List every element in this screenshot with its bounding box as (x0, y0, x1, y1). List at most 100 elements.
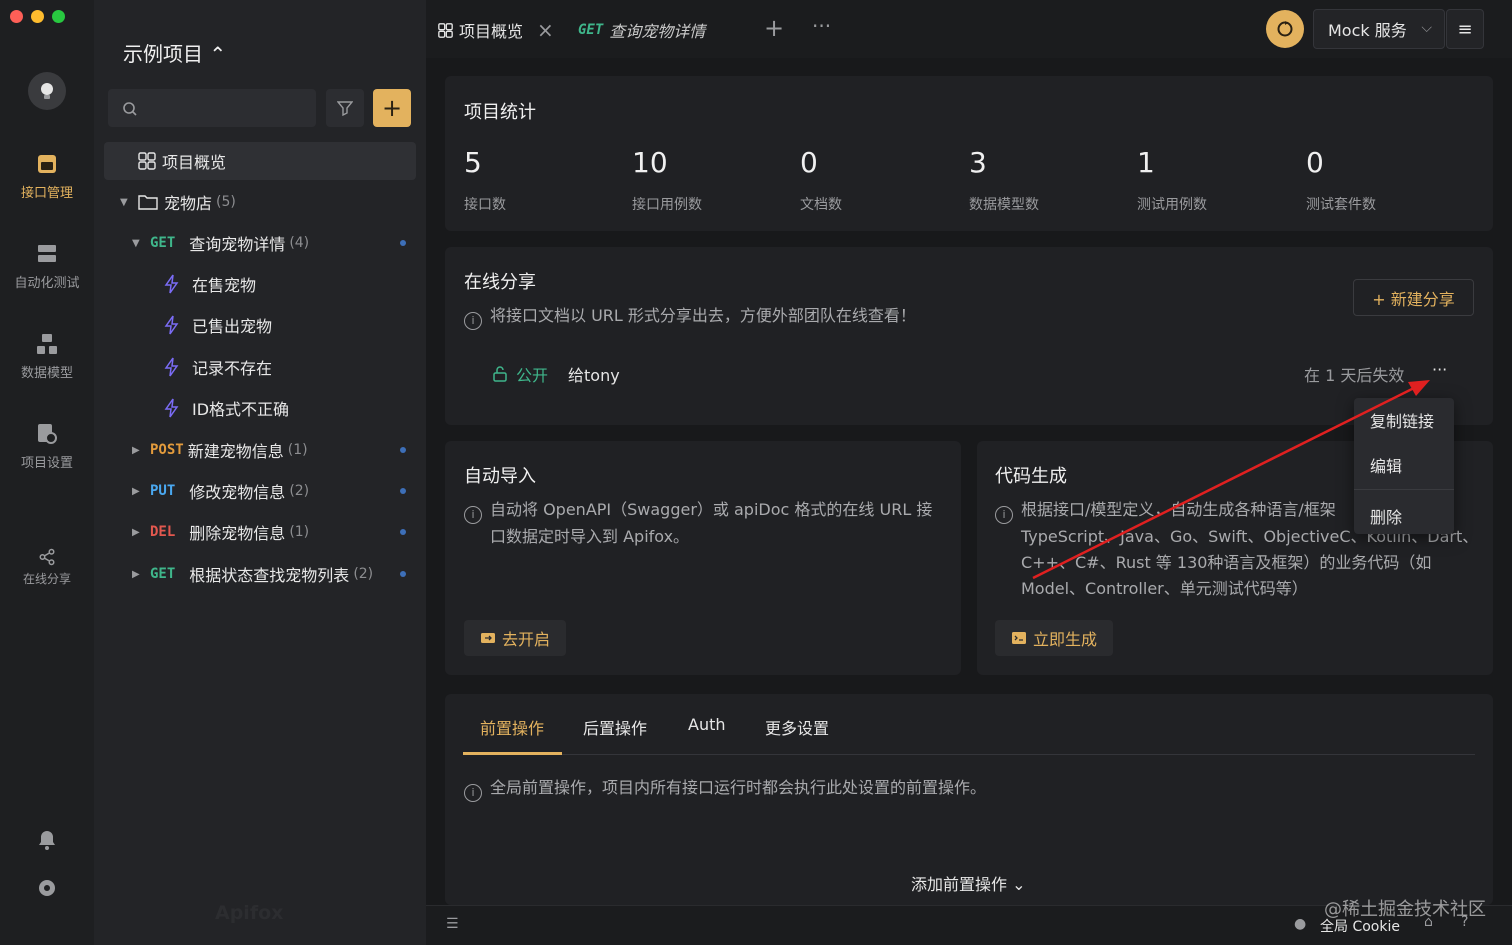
menu-item-edit[interactable]: 编辑 (1370, 453, 1402, 477)
rail-item-api-management[interactable]: 接口管理 (0, 152, 94, 201)
button-label: 去开启 (502, 630, 551, 649)
tab-pre-ops[interactable]: 前置操作 (480, 715, 544, 739)
tree-count: (2) (353, 566, 374, 582)
plus-icon: + (381, 94, 403, 122)
tree-label: 项目概览 (162, 153, 227, 172)
minimize-window-button[interactable] (31, 10, 44, 23)
search-input[interactable] (108, 89, 316, 127)
caret-down-icon[interactable]: ▼ (120, 197, 130, 208)
caret-right-icon[interactable]: ▶ (132, 569, 142, 580)
mock-service-select[interactable]: Mock 服务 ⌵ (1313, 9, 1445, 49)
status-dot (400, 529, 406, 535)
tree-item-case[interactable]: ID格式不正确 (104, 389, 416, 427)
rail-item-automation-test[interactable]: 自动化测试 (0, 242, 94, 291)
rail-item-data-model[interactable]: 数据模型 (0, 332, 94, 381)
stat-label: 接口数 (464, 197, 506, 213)
tree-count: (5) (216, 194, 236, 210)
sync-button[interactable] (1266, 10, 1304, 48)
button-label: 立即生成 (1033, 630, 1098, 649)
lightning-icon (164, 274, 179, 294)
active-tab-indicator (463, 752, 562, 755)
rail-label: 数据模型 (20, 366, 73, 381)
watermark: @稀土掘金技术社区 (1324, 899, 1486, 920)
close-icon[interactable]: × (537, 18, 554, 42)
share-desc: i 将接口文档以 URL 形式分享出去，方便外部团队在线查看！ (464, 303, 916, 330)
lightning-icon (164, 357, 179, 377)
tree-count: (4) (289, 235, 310, 251)
tab-label: 项目概览 (459, 22, 524, 41)
stat-label: 文档数 (800, 197, 842, 213)
tree-item-api[interactable]: ▼ GET 查询宠物详情 (4) (104, 224, 416, 262)
menu-divider (1354, 489, 1454, 490)
tab-overview[interactable]: 项目概览 × (438, 18, 554, 42)
generate-code-button[interactable]: 立即生成 (995, 620, 1114, 656)
tree-item-api[interactable]: ▶ DEL 删除宠物信息 (1) (104, 513, 416, 551)
tree-item-api[interactable]: ▶ GET 根据状态查找宠物列表 (2) (104, 555, 416, 593)
status-dot (400, 488, 406, 494)
tab-api-detail[interactable]: GET 查询宠物详情 (578, 18, 705, 42)
filter-button[interactable] (326, 89, 364, 127)
tab-label: 查询宠物详情 (609, 22, 706, 41)
tree-item-overview[interactable]: 项目概览 (104, 142, 416, 180)
new-tab-button[interactable]: + (764, 14, 784, 42)
rail-item-online-share[interactable]: 在线分享 (0, 548, 94, 587)
menu-button[interactable]: ≡ (1446, 9, 1484, 49)
more-tabs-button[interactable]: ··· (812, 14, 831, 38)
caret-right-icon[interactable]: ▶ (132, 527, 142, 538)
rail-label: 自动化测试 (14, 276, 80, 291)
visibility-label: 公开 (516, 366, 549, 385)
info-icon: i (464, 506, 482, 524)
import-title: 自动导入 (464, 466, 536, 487)
stat-label: 接口用例数 (632, 197, 702, 213)
share-icon (39, 548, 55, 566)
enable-import-button[interactable]: 去开启 (464, 620, 567, 656)
caret-down-icon[interactable]: ▼ (132, 238, 142, 249)
close-window-button[interactable] (10, 10, 23, 23)
info-icon: i (995, 506, 1013, 524)
avatar[interactable] (28, 72, 66, 110)
new-share-button[interactable]: + 新建分享 (1353, 279, 1474, 316)
bell-icon[interactable] (35, 828, 59, 852)
tree-item-api[interactable]: ▶ PUT 修改宠物信息 (2) (104, 472, 416, 510)
tree-label: 查询宠物详情 (189, 235, 286, 254)
menu-item-copy-link[interactable]: 复制链接 (1370, 408, 1434, 432)
grid-icon (438, 22, 453, 38)
data-model-icon (37, 334, 57, 354)
import-icon (481, 633, 495, 643)
share-recipient[interactable]: 给tony (568, 362, 620, 386)
apifox-logo: Apifox (215, 902, 284, 924)
settings-doc-icon (38, 424, 57, 444)
tree-item-api[interactable]: ▶ POST 新建宠物信息 (1) (104, 431, 416, 469)
rail-label: 在线分享 (22, 572, 71, 586)
caret-right-icon[interactable]: ▶ (132, 445, 142, 456)
gear-icon[interactable] (35, 876, 59, 900)
add-button[interactable]: + (373, 89, 411, 127)
codegen-desc-line: C++、C#、Rust 等 130种语言及框架）的业务代码（如 (1021, 553, 1432, 572)
tab-more-settings[interactable]: 更多设置 (765, 715, 829, 739)
unlock-icon (493, 366, 507, 382)
tree-item-case[interactable]: 在售宠物 (104, 265, 416, 303)
method-badge: GET (150, 235, 176, 251)
project-title[interactable]: 示例项目 ⌃ (123, 38, 226, 67)
lightning-icon (164, 315, 179, 335)
tab-post-ops[interactable]: 后置操作 (583, 715, 647, 739)
rail-item-project-settings[interactable]: 项目设置 (0, 422, 94, 471)
import-desc-line: 自动将 OpenAPI（Swagger）或 apiDoc 格式的在线 URL 接 (490, 500, 933, 519)
status-dot (400, 571, 406, 577)
outline-icon[interactable]: ☰ (446, 916, 459, 932)
share-more-button[interactable]: ··· (1432, 360, 1447, 379)
stat-value: 5 (464, 146, 482, 179)
status-dot (400, 240, 406, 246)
rail-label: 项目设置 (20, 456, 73, 471)
tree-item-case[interactable]: 已售出宠物 (104, 306, 416, 344)
add-pre-op-button[interactable]: 添加前置操作 ⌄ (911, 871, 1026, 895)
caret-right-icon[interactable]: ▶ (132, 486, 142, 497)
hamburger-icon: ≡ (1457, 18, 1473, 40)
tree-label: 已售出宠物 (192, 317, 273, 336)
tree-item-folder[interactable]: ▼ 宠物店 (5) (104, 183, 416, 221)
maximize-window-button[interactable] (52, 10, 65, 23)
tab-auth[interactable]: Auth (688, 715, 726, 734)
tree-item-case[interactable]: 记录不存在 (104, 348, 416, 386)
method-badge: DEL (150, 524, 176, 540)
menu-item-delete[interactable]: 删除 (1370, 504, 1402, 528)
